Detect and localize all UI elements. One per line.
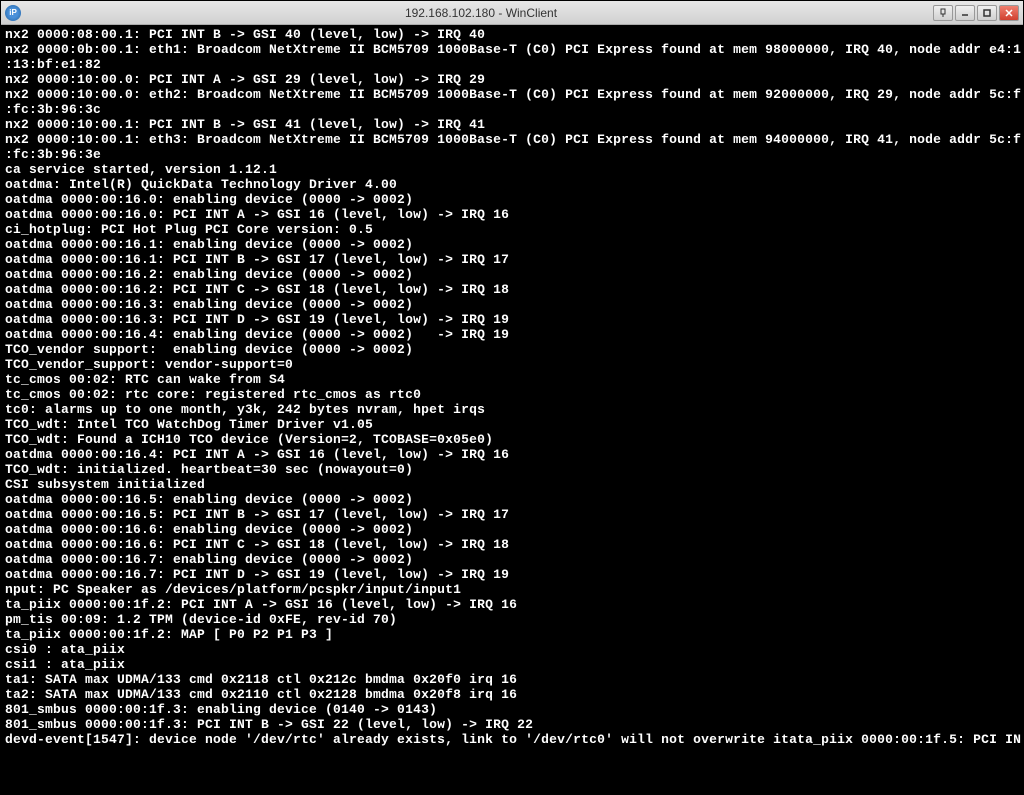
terminal-line: oatdma 0000:00:16.2: enabling device (00… — [5, 267, 1019, 282]
terminal-line: nx2 0000:10:00.1: PCI INT B -> GSI 41 (l… — [5, 117, 1019, 132]
terminal-line: oatdma 0000:00:16.0: enabling device (00… — [5, 192, 1019, 207]
terminal-line: tc0: alarms up to one month, y3k, 242 by… — [5, 402, 1019, 417]
pin-icon — [938, 8, 948, 18]
terminal-line: CSI subsystem initialized — [5, 477, 1019, 492]
terminal-line: nput: PC Speaker as /devices/platform/pc… — [5, 582, 1019, 597]
terminal-line: TCO_wdt: Found a ICH10 TCO device (Versi… — [5, 432, 1019, 447]
terminal-line: oatdma 0000:00:16.3: PCI INT D -> GSI 19… — [5, 312, 1019, 327]
terminal-line: ca service started, version 1.12.1 — [5, 162, 1019, 177]
terminal-line: tc_cmos 00:02: RTC can wake from S4 — [5, 372, 1019, 387]
terminal-line: TCO_wdt: Intel TCO WatchDog Timer Driver… — [5, 417, 1019, 432]
pin-button[interactable] — [933, 5, 953, 21]
terminal-line: ta_piix 0000:00:1f.2: MAP [ P0 P2 P1 P3 … — [5, 627, 1019, 642]
terminal-line: oatdma 0000:00:16.4: enabling device (00… — [5, 327, 1019, 342]
minimize-button[interactable] — [955, 5, 975, 21]
terminal-line: nx2 0000:10:00.0: PCI INT A -> GSI 29 (l… — [5, 72, 1019, 87]
application-window: iP 192.168.102.180 - WinClient nx2 0000:… — [0, 0, 1024, 795]
window-title: 192.168.102.180 - WinClient — [29, 6, 933, 20]
terminal-line: nx2 0000:10:00.1: eth3: Broadcom NetXtre… — [5, 132, 1019, 147]
terminal-line: TCO_vendor_support: vendor-support=0 — [5, 357, 1019, 372]
terminal-line: oatdma 0000:00:16.2: PCI INT C -> GSI 18… — [5, 282, 1019, 297]
terminal-line: oatdma 0000:00:16.6: enabling device (00… — [5, 522, 1019, 537]
minimize-icon — [960, 8, 970, 18]
terminal-line: oatdma 0000:00:16.5: PCI INT B -> GSI 17… — [5, 507, 1019, 522]
terminal-line: oatdma: Intel(R) QuickData Technology Dr… — [5, 177, 1019, 192]
terminal-line: pm_tis 00:09: 1.2 TPM (device-id 0xFE, r… — [5, 612, 1019, 627]
terminal-line: 801_smbus 0000:00:1f.3: PCI INT B -> GSI… — [5, 717, 1019, 732]
terminal-line: TCO_vendor support: enabling device (000… — [5, 342, 1019, 357]
terminal-line: nx2 0000:10:00.0: eth2: Broadcom NetXtre… — [5, 87, 1019, 102]
terminal-line: csi1 : ata_piix — [5, 657, 1019, 672]
terminal-line: oatdma 0000:00:16.1: enabling device (00… — [5, 237, 1019, 252]
terminal-line: oatdma 0000:00:16.7: PCI INT D -> GSI 19… — [5, 567, 1019, 582]
terminal-line: ta_piix 0000:00:1f.2: PCI INT A -> GSI 1… — [5, 597, 1019, 612]
terminal-line: TCO_wdt: initialized. heartbeat=30 sec (… — [5, 462, 1019, 477]
terminal-line: oatdma 0000:00:16.7: enabling device (00… — [5, 552, 1019, 567]
terminal-line: oatdma 0000:00:16.5: enabling device (00… — [5, 492, 1019, 507]
terminal-line: :fc:3b:96:3c — [5, 102, 1019, 117]
terminal-line: oatdma 0000:00:16.1: PCI INT B -> GSI 17… — [5, 252, 1019, 267]
terminal-line: ta1: SATA max UDMA/133 cmd 0x2118 ctl 0x… — [5, 672, 1019, 687]
window-controls — [933, 5, 1019, 21]
close-icon — [1004, 8, 1014, 18]
terminal-line: devd-event[1547]: device node '/dev/rtc'… — [5, 732, 1019, 747]
titlebar[interactable]: iP 192.168.102.180 - WinClient — [1, 1, 1023, 25]
terminal-line: csi0 : ata_piix — [5, 642, 1019, 657]
terminal-output[interactable]: nx2 0000:08:00.1: PCI INT B -> GSI 40 (l… — [1, 25, 1023, 794]
terminal-line: ta2: SATA max UDMA/133 cmd 0x2110 ctl 0x… — [5, 687, 1019, 702]
close-button[interactable] — [999, 5, 1019, 21]
maximize-button[interactable] — [977, 5, 997, 21]
maximize-icon — [982, 8, 992, 18]
terminal-line: tc_cmos 00:02: rtc core: registered rtc_… — [5, 387, 1019, 402]
terminal-line: nx2 0000:08:00.1: PCI INT B -> GSI 40 (l… — [5, 27, 1019, 42]
terminal-line: nx2 0000:0b:00.1: eth1: Broadcom NetXtre… — [5, 42, 1019, 57]
app-icon: iP — [5, 5, 21, 21]
terminal-line: ci_hotplug: PCI Hot Plug PCI Core versio… — [5, 222, 1019, 237]
terminal-line: oatdma 0000:00:16.3: enabling device (00… — [5, 297, 1019, 312]
terminal-line: oatdma 0000:00:16.0: PCI INT A -> GSI 16… — [5, 207, 1019, 222]
terminal-line: :fc:3b:96:3e — [5, 147, 1019, 162]
app-icon-label: iP — [9, 8, 17, 17]
terminal-line: oatdma 0000:00:16.6: PCI INT C -> GSI 18… — [5, 537, 1019, 552]
terminal-line: oatdma 0000:00:16.4: PCI INT A -> GSI 16… — [5, 447, 1019, 462]
terminal-line: :13:bf:e1:82 — [5, 57, 1019, 72]
terminal-line: 801_smbus 0000:00:1f.3: enabling device … — [5, 702, 1019, 717]
